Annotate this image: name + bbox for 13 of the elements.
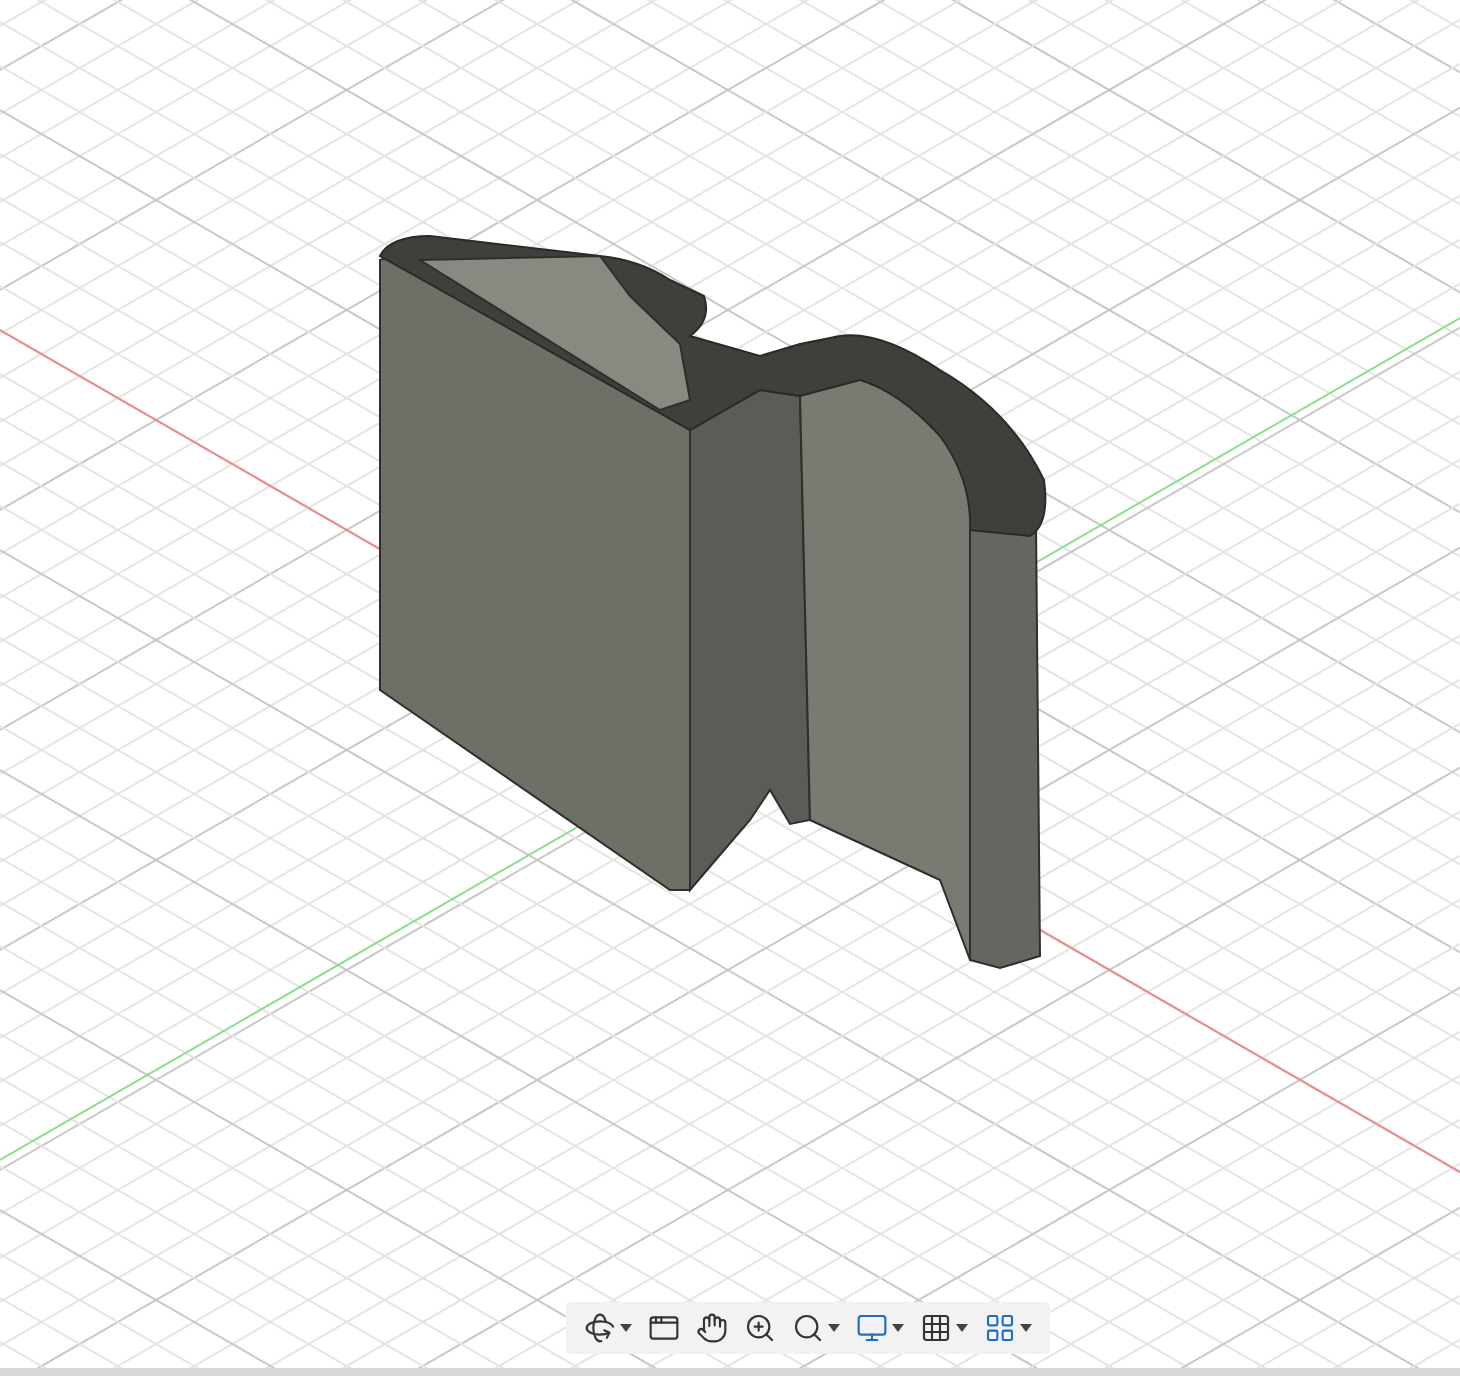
grid-icon [920,1312,952,1344]
orbit-icon [584,1312,616,1344]
magnifier-icon [792,1312,824,1344]
caret-icon [620,1324,632,1332]
viewports-icon [984,1312,1016,1344]
caret-icon [1020,1324,1032,1332]
caret-icon [956,1324,968,1332]
window-icon [648,1312,680,1344]
zoom-icon [744,1312,776,1344]
caret-icon [828,1324,840,1332]
caret-icon [892,1324,904,1332]
hand-icon [696,1312,728,1344]
monitor-icon [856,1312,888,1344]
